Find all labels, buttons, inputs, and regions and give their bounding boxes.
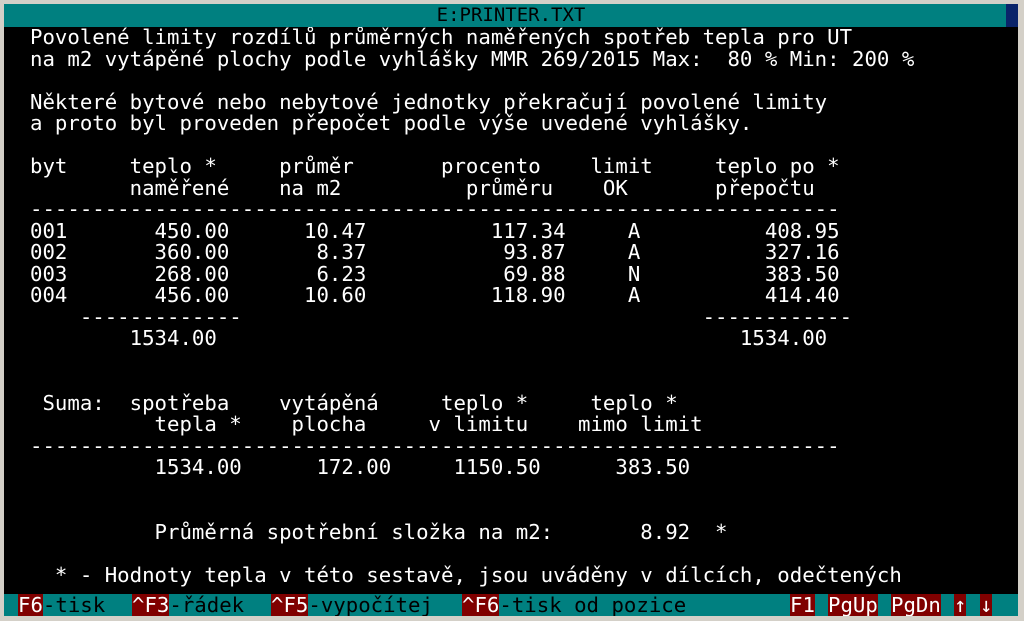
table-row: 001 450.00 10.47 117.34 A 408.95	[30, 218, 840, 243]
key-ctrl-f5: ^F5	[271, 594, 309, 616]
title-bar-edge	[1006, 4, 1018, 27]
total-row: 1534.00 1534.00	[30, 326, 828, 350]
separator-line: ----------------------------------------…	[30, 197, 840, 221]
table-row: 003 268.00 6.23 69.88 N 383.50	[30, 261, 840, 286]
key-ctrl-f3: ^F3	[132, 594, 170, 616]
text-viewer[interactable]: Povolené limity rozdílů průměrných naměř…	[4, 27, 1018, 595]
report-line: na m2 vytápěné plochy podle vyhlášky MMR…	[30, 46, 915, 71]
separator-line: ------------- ------------	[30, 304, 853, 329]
arrow-up-icon[interactable]: ↑	[954, 594, 967, 616]
table-header-row: byt teplo * průměr procento limit teplo …	[30, 154, 840, 178]
separator-line: ----------------------------------------…	[30, 433, 840, 458]
page-up-key[interactable]: PgUp	[828, 594, 878, 616]
print-command[interactable]: F6-tisk	[18, 594, 105, 616]
calculate-command[interactable]: ^F5-vypočítej	[271, 594, 433, 616]
window-frame-right	[1018, 0, 1024, 621]
function-key-bar: F6-tisk ^F3-řádek ^F5-vypočítej ^F6-tisk…	[4, 594, 1018, 616]
report-line: Některé bytové nebo nebytové jednotky př…	[30, 89, 828, 114]
line-command[interactable]: ^F3-řádek	[132, 594, 244, 616]
print-label: -tisk	[42, 594, 106, 616]
window-title: E:PRINTER.TXT	[436, 4, 586, 26]
calculate-label: -vypočítej	[308, 594, 433, 616]
key-f6: F6	[18, 594, 43, 616]
summary-values-row: 1534.00 172.00 1150.50 383.50	[30, 455, 691, 479]
arrow-down-icon[interactable]: ↓	[980, 594, 993, 616]
title-bar[interactable]: E:PRINTER.TXT	[4, 4, 1018, 27]
average-consumption-line: Průměrná spotřební složka na m2: 8.92 *	[30, 519, 728, 544]
print-from-position-command[interactable]: ^F6-tisk od pozice	[462, 594, 686, 616]
table-header-row: naměřené na m2 průměru OK přepočtu	[30, 175, 815, 200]
report-line: Povolené limity rozdílů průměrných naměř…	[30, 27, 853, 49]
table-row: 004 456.00 10.60 118.90 A 414.40	[30, 283, 840, 307]
summary-header-row: tepla * plocha v limitu mimo limit	[30, 412, 703, 436]
footnote-line: * - Hodnoty tepla v této sestavě, jsou u…	[30, 562, 902, 587]
key-ctrl-f6: ^F6	[462, 594, 500, 616]
page-down-key[interactable]: PgDn	[891, 594, 941, 616]
help-key[interactable]: F1	[790, 594, 815, 616]
line-label: -řádek	[169, 594, 245, 616]
report-line: a proto byl proveden přepočet podle výše…	[30, 111, 753, 135]
table-row: 002 360.00 8.37 93.87 A 327.16	[30, 240, 840, 264]
print-from-position-label: -tisk od pozice	[499, 594, 687, 616]
window-frame-bottom	[0, 616, 1024, 621]
summary-header-row: Suma: spotřeba vytápěná teplo * teplo *	[30, 390, 678, 415]
